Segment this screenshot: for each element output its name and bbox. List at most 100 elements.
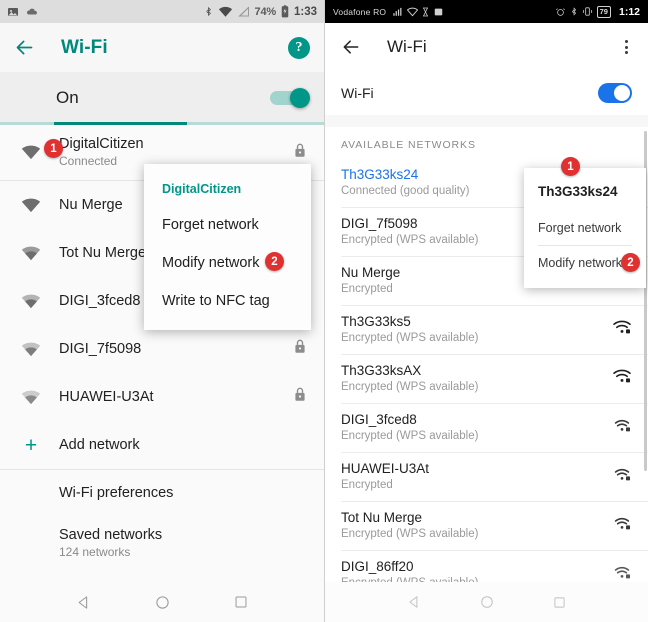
network-name: DIGI_7f5098 — [59, 340, 142, 357]
network-name: Tot Nu Merge — [341, 510, 423, 525]
wifi-on-label: On — [56, 87, 79, 107]
network-name: HUAWEI-U3At — [59, 388, 154, 405]
list-item[interactable]: Th3G33ks5 Encrypted (WPS available) — [325, 306, 648, 354]
list-item[interactable]: Th3G33ksAX Encrypted (WPS available) — [325, 355, 648, 403]
network-status: Encrypted (WPS available) — [341, 528, 479, 540]
cloud-icon — [26, 8, 37, 15]
lock-icon — [294, 143, 306, 163]
list-item[interactable]: DIGI_7f5098 — [0, 325, 324, 373]
section-gap — [325, 115, 648, 127]
left-status-bar: 74% 1:33 — [0, 0, 324, 23]
context-menu-title: Th3G33ks24 — [538, 184, 618, 199]
list-item-text: DigitalCitizen Connected — [59, 136, 144, 169]
wifi-preferences-row[interactable]: Wi-Fi preferences — [0, 470, 324, 516]
vibrate-icon — [582, 7, 592, 16]
network-name: Th3G33ks24 — [341, 167, 419, 182]
network-name: Tot Nu Merge — [59, 244, 147, 261]
list-item-text: Nu Merge — [59, 197, 123, 214]
right-app-bar: Wi-Fi — [325, 23, 648, 71]
menu-item-forget-network[interactable]: Forget network — [144, 206, 311, 244]
lock-icon — [294, 339, 306, 359]
lock-icon — [294, 387, 306, 407]
add-network-row[interactable]: + Add network — [0, 421, 324, 469]
list-item[interactable]: HUAWEI-U3At Encrypted — [325, 453, 648, 501]
recents-nav-icon[interactable] — [234, 595, 248, 609]
left-network-list: DigitalCitizen Connected Nu Merge Tot Nu… — [0, 125, 324, 582]
network-status: Encrypted — [341, 283, 393, 295]
list-item[interactable]: Tot Nu Merge Encrypted (WPS available) — [325, 502, 648, 550]
list-item[interactable]: HUAWEI-U3At — [0, 373, 324, 421]
menu-item-forget-network[interactable]: Forget network — [524, 211, 646, 245]
list-item-text: HUAWEI-U3At — [59, 389, 154, 406]
step-badge-1: 1 — [44, 139, 63, 158]
wifi-secure-icon — [612, 319, 632, 340]
network-status: Encrypted (WPS available) — [341, 381, 479, 393]
menu-item-write-nfc-tag[interactable]: Write to NFC tag — [144, 282, 311, 320]
wifi-toggle-label: Wi-Fi — [341, 85, 374, 101]
context-menu[interactable]: Th3G33ks24 Forget network Modify network… — [524, 168, 646, 288]
network-name: DIGI_7f5098 — [341, 216, 418, 231]
home-nav-icon[interactable] — [155, 595, 170, 610]
network-status: Encrypted (WPS available) — [341, 332, 479, 344]
network-name: DIGI_3fced8 — [59, 292, 141, 309]
recents-nav-icon[interactable] — [553, 596, 566, 609]
wifi-preferences-label: Wi-Fi preferences — [59, 485, 174, 501]
list-item-text: Th3G33ks5 Encrypted (WPS available) — [341, 313, 478, 346]
back-arrow-icon[interactable] — [14, 37, 35, 58]
saved-networks-row[interactable]: Saved networks 124 networks — [0, 516, 324, 559]
wifi-secure-icon — [612, 564, 632, 582]
right-status-left-icons — [392, 7, 444, 17]
menu-item-modify-network-label: Modify network — [538, 256, 623, 270]
list-item-text: HUAWEI-U3At Encrypted — [341, 460, 429, 493]
menu-item-modify-network[interactable]: Modify network 2 — [144, 244, 311, 282]
context-menu-title: DigitalCitizen — [162, 182, 242, 196]
wifi-on-row[interactable]: On — [0, 73, 324, 122]
back-nav-icon[interactable] — [76, 595, 91, 610]
wifi-signal-icon — [18, 145, 44, 160]
list-item-text: Nu Merge Encrypted — [341, 264, 400, 297]
wifi-status-icon — [218, 6, 232, 17]
home-nav-icon[interactable] — [480, 595, 494, 609]
right-status-bar: Vodafone RO 79 1:12 — [325, 0, 648, 23]
back-arrow-icon[interactable] — [341, 37, 361, 57]
network-name: DigitalCitizen — [59, 136, 144, 152]
plus-icon: + — [24, 433, 38, 457]
list-item-text: Th3G33ksAX Encrypted (WPS available) — [341, 362, 478, 395]
network-name: DIGI_3fced8 — [341, 412, 417, 427]
battery-level-label: 79 — [596, 5, 611, 18]
overflow-menu-icon[interactable] — [621, 36, 632, 58]
list-item-text: Th3G33ks24 Connected (good quality) — [341, 166, 470, 199]
clock-label: 1:33 — [293, 5, 317, 18]
battery-percent-label: 74% — [254, 5, 277, 18]
section-header: AVAILABLE NETWORKS — [341, 139, 476, 151]
list-item-text: DIGI_7f5098 Encrypted (WPS available) — [341, 215, 478, 248]
saved-networks-label: Saved networks — [59, 527, 163, 543]
cellular-signal-icon — [393, 7, 402, 16]
hourglass-icon — [423, 7, 429, 16]
sim-icon — [435, 8, 443, 15]
battery-charging-icon — [281, 5, 289, 18]
network-status: Encrypted (WPS available) — [341, 576, 478, 582]
list-item[interactable]: DIGI_3fced8 Encrypted (WPS available) — [325, 404, 648, 452]
network-status: Connected — [59, 154, 118, 168]
network-status: Encrypted (WPS available) — [341, 234, 479, 246]
wifi-toggle-switch[interactable] — [598, 83, 632, 103]
wifi-secure-icon — [612, 417, 632, 438]
back-nav-icon[interactable] — [407, 595, 421, 609]
wifi-secure-icon — [612, 368, 632, 389]
list-item-text: Tot Nu Merge — [59, 245, 146, 262]
wifi-toggle-switch[interactable] — [270, 87, 310, 108]
wifi-toggle-row[interactable]: Wi-Fi — [325, 71, 648, 115]
wifi-signal-icon — [18, 246, 44, 261]
list-item-text: DIGI_7f5098 — [59, 341, 141, 358]
list-item[interactable]: DIGI_86ff20 Encrypted (WPS available) — [325, 551, 648, 582]
network-status: Encrypted (WPS available) — [341, 430, 479, 442]
image-icon — [8, 7, 18, 16]
menu-item-modify-network[interactable]: Modify network 2 — [524, 246, 646, 280]
wifi-status-icon — [407, 7, 419, 16]
help-icon[interactable]: ? — [288, 36, 310, 59]
context-menu[interactable]: DigitalCitizen Forget network Modify net… — [144, 164, 311, 330]
saved-networks-count: 124 networks — [59, 545, 131, 559]
menu-item-modify-network-label: Modify network — [162, 255, 260, 271]
list-item-text: Tot Nu Merge Encrypted (WPS available) — [341, 509, 478, 542]
